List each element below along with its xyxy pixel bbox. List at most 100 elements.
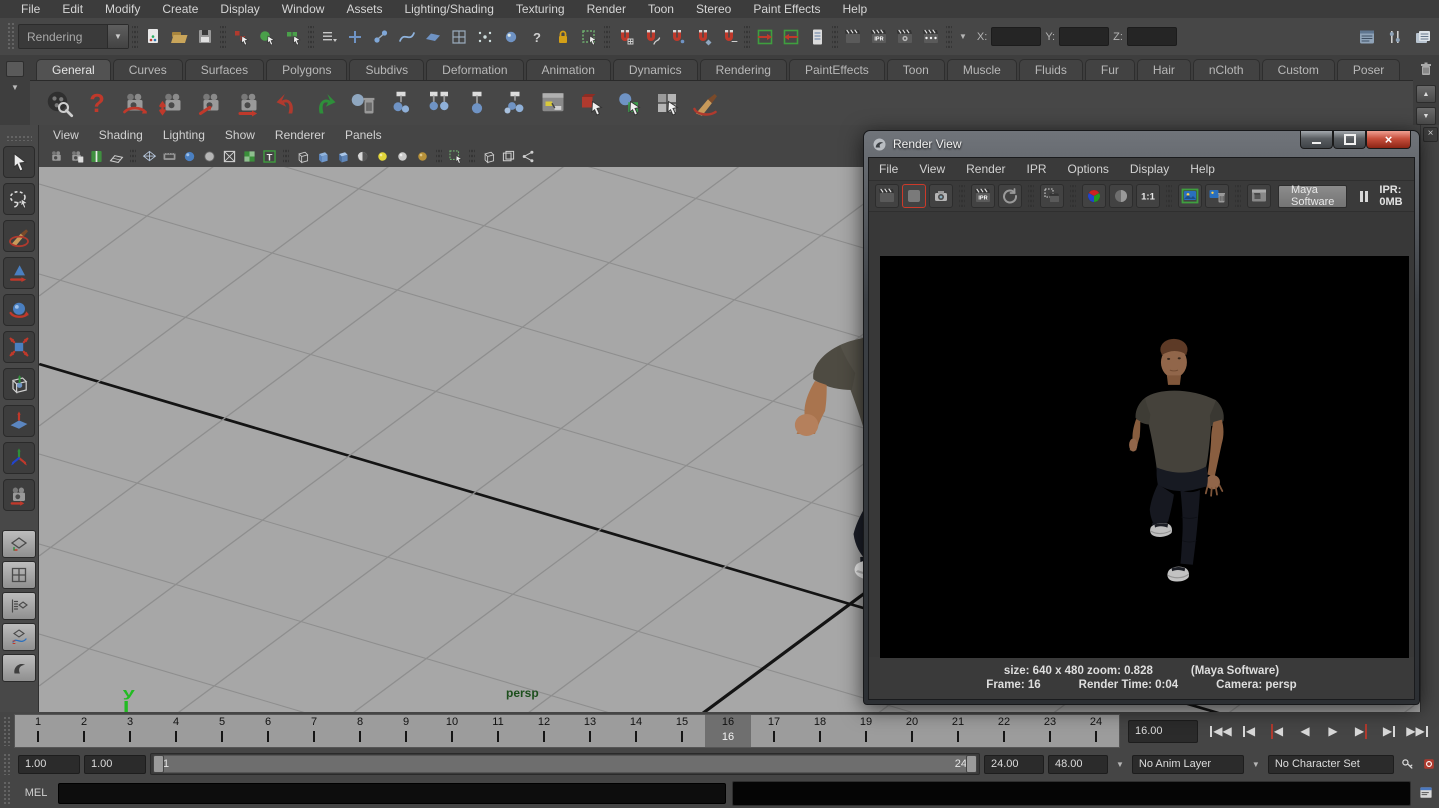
menu-item-render[interactable]: Render <box>576 2 637 16</box>
select-hierarchy-icon[interactable] <box>229 25 253 49</box>
shelf-tab-hair[interactable]: Hair <box>1137 59 1191 80</box>
shelf-tab-surfaces[interactable]: Surfaces <box>185 59 264 80</box>
shelf-tab-toggle-button[interactable] <box>6 61 24 77</box>
lasso-tool[interactable] <box>3 183 35 215</box>
playback-start-field[interactable]: 1.00 <box>84 755 146 774</box>
menu-set-selector[interactable]: Rendering ▼ <box>18 24 129 49</box>
close-icon[interactable]: × <box>1423 127 1438 142</box>
snap-view-icon[interactable] <box>717 25 741 49</box>
shelf-menu-icon[interactable]: ▼ <box>11 83 19 92</box>
mask-dynamics-icon[interactable] <box>473 25 497 49</box>
universal-manipulator-tool[interactable] <box>3 368 35 400</box>
auto-keyframe-icon[interactable] <box>1420 755 1438 773</box>
vp-flat-icon[interactable] <box>200 147 219 166</box>
menu-item-stereo[interactable]: Stereo <box>685 2 742 16</box>
close-button[interactable]: × <box>1366 131 1411 149</box>
joint-b-icon[interactable] <box>422 86 456 120</box>
vp-layered-icon[interactable] <box>499 147 518 166</box>
scale-tool[interactable] <box>3 331 35 363</box>
step-back-frame-button[interactable]: ◀ <box>1236 719 1262 743</box>
last-tool[interactable] <box>3 479 35 511</box>
anim-layer-field[interactable]: No Anim Layer <box>1132 755 1244 774</box>
camera-pan-icon[interactable] <box>156 86 190 120</box>
shelf-tab-polygons[interactable]: Polygons <box>266 59 347 80</box>
mask-rendering-icon[interactable] <box>499 25 523 49</box>
joint-a-icon[interactable] <box>384 86 418 120</box>
select-red-cubes-icon[interactable] <box>574 86 608 120</box>
rotate-tool[interactable] <box>3 294 35 326</box>
save-scene-icon[interactable] <box>193 25 217 49</box>
frame-13[interactable]: 13 <box>567 715 613 747</box>
open-scene-icon[interactable] <box>167 25 191 49</box>
four-pane-layout[interactable] <box>2 561 36 589</box>
shelf-tab-deformation[interactable]: Deformation <box>426 59 523 80</box>
rv-ipr-icon[interactable]: IPR <box>971 184 995 208</box>
rv-open-settings-icon[interactable] <box>1247 184 1271 208</box>
vp-select-cursor-icon[interactable] <box>446 147 465 166</box>
camera-orbit-icon[interactable] <box>118 86 152 120</box>
node-editor-icon[interactable] <box>536 86 570 120</box>
menu-item-options[interactable]: Options <box>1068 162 1109 176</box>
vp-text-icon[interactable]: T <box>260 147 279 166</box>
delete-unused-icon[interactable] <box>346 86 380 120</box>
joint-c-icon[interactable] <box>460 86 494 120</box>
animation-end-field[interactable]: 48.00 <box>1048 755 1108 774</box>
tool-settings-icon[interactable] <box>1383 25 1407 49</box>
play-backwards-button[interactable]: ◀ <box>1292 719 1318 743</box>
step-back-key-button[interactable]: ◀ <box>1264 719 1290 743</box>
select-object-icon[interactable] <box>255 25 279 49</box>
rv-alpha-icon[interactable] <box>1109 184 1133 208</box>
frame-24[interactable]: 24 <box>1073 715 1119 747</box>
frame-22[interactable]: 22 <box>981 715 1027 747</box>
mask-surfaces-icon[interactable] <box>421 25 445 49</box>
vp-light-gold-icon[interactable] <box>413 147 432 166</box>
mask-curves-icon[interactable] <box>395 25 419 49</box>
render-settings-icon[interactable] <box>893 25 917 49</box>
menu-item-create[interactable]: Create <box>151 2 209 16</box>
vp-textured-icon[interactable] <box>240 147 259 166</box>
paint-brush-icon[interactable] <box>688 86 722 120</box>
time-slider-grip[interactable] <box>3 716 11 746</box>
z-input[interactable] <box>1127 27 1177 46</box>
menu-item-help[interactable]: Help <box>1190 162 1215 176</box>
vp-image-plane-icon[interactable] <box>107 147 126 166</box>
maximize-button[interactable] <box>1333 131 1366 149</box>
menu-item-file[interactable]: File <box>10 2 51 16</box>
shelf-scroll-down[interactable]: ▼ <box>1416 107 1436 125</box>
rv-keep-image-icon[interactable] <box>1178 184 1202 208</box>
go-to-start-button[interactable]: ◀◀ <box>1208 719 1234 743</box>
frame-23[interactable]: 23 <box>1027 715 1073 747</box>
mask-deformations-icon[interactable] <box>447 25 471 49</box>
anim-layer-dropdown-icon[interactable]: ▼ <box>1112 760 1128 769</box>
set-key-icon[interactable] <box>1398 755 1416 773</box>
rv-remove-image-icon[interactable] <box>1205 184 1229 208</box>
select-sphere-cube-icon[interactable] <box>612 86 646 120</box>
rv-refresh-icon[interactable] <box>998 184 1022 208</box>
shelf-tab-ncloth[interactable]: nCloth <box>1193 59 1260 80</box>
frame-15[interactable]: 15 <box>659 715 705 747</box>
vp-wireframe-icon[interactable] <box>140 147 159 166</box>
menu-item-panels[interactable]: Panels <box>345 128 394 142</box>
select-gray-cubes-icon[interactable] <box>650 86 684 120</box>
render-view-window[interactable]: Render View × FileViewRenderIPROptionsDi… <box>863 130 1420 705</box>
renderer-select-button[interactable]: Maya Software <box>1278 185 1347 208</box>
menu-item-shading[interactable]: Shading <box>99 128 155 142</box>
vp-film-gate-icon[interactable] <box>160 147 179 166</box>
shelf-tab-dynamics[interactable]: Dynamics <box>613 59 698 80</box>
menu-item-show[interactable]: Show <box>225 128 267 142</box>
menu-item-ipr[interactable]: IPR <box>1027 162 1047 176</box>
frame-14[interactable]: 14 <box>613 715 659 747</box>
menu-item-file[interactable]: File <box>879 162 898 176</box>
input-connections-icon[interactable] <box>753 25 777 49</box>
vp-bbox-icon[interactable] <box>220 147 239 166</box>
frame-12[interactable]: 12 <box>521 715 567 747</box>
menu-item-lighting[interactable]: Lighting <box>163 128 217 142</box>
lock-selection-icon[interactable] <box>551 25 575 49</box>
shelf-tab-fluids[interactable]: Fluids <box>1019 59 1083 80</box>
menu-item-display[interactable]: Display <box>209 2 270 16</box>
frame-11[interactable]: 11 <box>475 715 521 747</box>
snap-plane-icon[interactable] <box>691 25 715 49</box>
range-slider-grip[interactable] <box>3 753 11 775</box>
vp-light-gray-icon[interactable] <box>393 147 412 166</box>
mask-misc-icon[interactable]: ? <box>525 25 549 49</box>
